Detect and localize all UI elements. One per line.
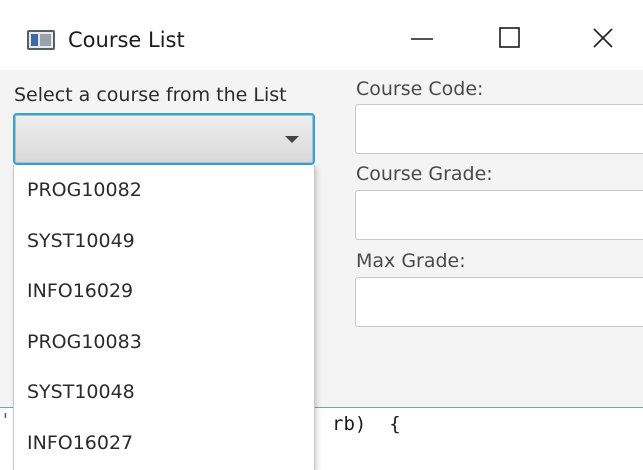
screen: ' rb) { Course List Select a course from…	[0, 0, 643, 470]
dropdown-item[interactable]: PROG10082	[14, 165, 314, 216]
minimize-icon	[411, 38, 433, 40]
java-app-icon	[27, 30, 55, 50]
course-grade-label: Course Grade:	[356, 163, 493, 185]
max-grade-field[interactable]	[355, 277, 643, 327]
maximize-button[interactable]	[487, 18, 533, 60]
dropdown-item[interactable]: SYST10049	[14, 216, 314, 267]
dropdown-item[interactable]: INFO16029	[14, 266, 314, 317]
chevron-down-icon[interactable]	[285, 136, 299, 143]
dropdown-item[interactable]: INFO16027	[14, 418, 314, 469]
title-bar[interactable]: Course List	[0, 0, 643, 70]
dropdown-item[interactable]: SYST10048	[14, 367, 314, 418]
window-title: Course List	[68, 28, 185, 52]
close-icon	[593, 28, 613, 48]
course-code-label: Course Code:	[356, 78, 484, 100]
max-grade-label: Max Grade:	[356, 250, 466, 272]
select-course-label: Select a course from the List	[14, 84, 287, 106]
maximize-icon	[499, 27, 520, 48]
background-code-tick: '	[0, 410, 11, 431]
close-button[interactable]	[578, 18, 624, 60]
course-code-field[interactable]	[355, 104, 643, 154]
dropdown-item[interactable]: PROG10083	[14, 317, 314, 368]
course-dropdown-list: PROG10082 SYST10049 INFO16029 PROG10083 …	[13, 165, 315, 470]
minimize-button[interactable]	[395, 18, 441, 60]
course-grade-field[interactable]	[355, 190, 643, 240]
background-code-fragment: rb) {	[332, 413, 401, 435]
course-combo-box[interactable]	[13, 113, 315, 165]
